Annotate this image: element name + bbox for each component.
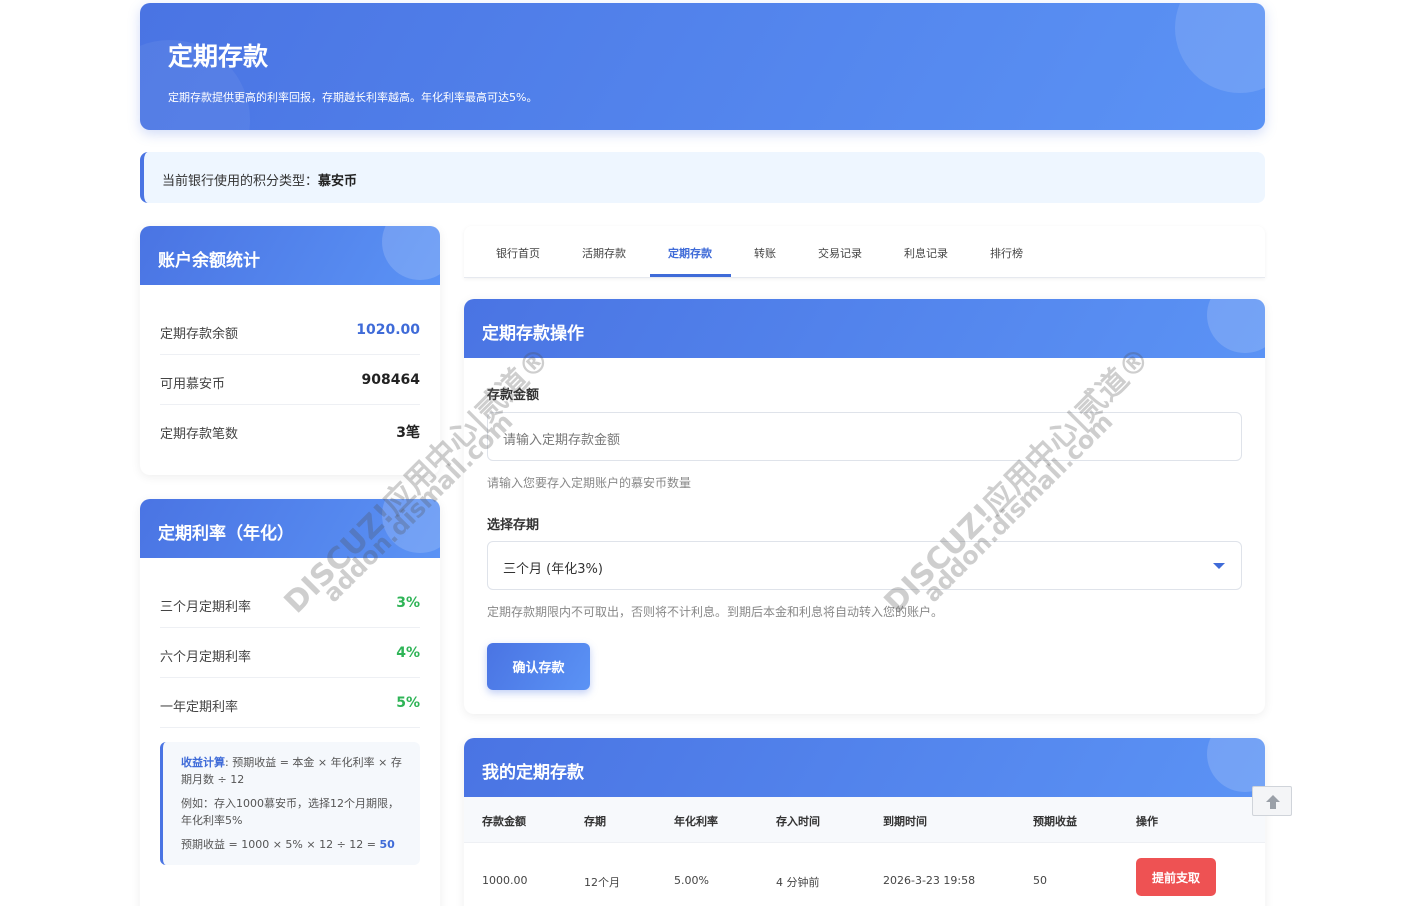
table-header: 存款金额 存期 年化利率 存入时间 到期时间 预期收益 操作 [464, 797, 1265, 843]
header-decoration [1207, 738, 1265, 792]
column-header: 存款金额 [482, 815, 526, 828]
stat-label: 定期存款余额 [160, 327, 239, 342]
rate-row: 三个月定期利率 3% [160, 578, 420, 628]
notice-label: 当前银行使用的积分类型： [162, 174, 319, 189]
tab-interest-records[interactable]: 利息记录 [904, 245, 948, 261]
currency-notice: 当前银行使用的积分类型：慕安币 [140, 152, 1265, 203]
my-deposits-header: 我的定期存款 [464, 738, 1265, 797]
term-label: 选择存期 [487, 518, 540, 533]
balance-card-title: 账户余额统计 [158, 251, 260, 271]
active-tab-indicator [650, 274, 731, 277]
rate-row: 六个月定期利率 4% [160, 628, 420, 678]
rate-value: 3% [396, 595, 420, 611]
rate-value: 4% [396, 645, 420, 661]
calc-example: 例如：存入1000慕安币，选择12个月期限，年化利率5% [181, 797, 399, 827]
cell-rate: 5.00% [674, 874, 709, 887]
yield-calculation-box: 收益计算: 预期收益 = 本金 × 年化利率 × 存期月数 ÷ 12 例如：存入… [160, 742, 420, 865]
my-deposits-title: 我的定期存款 [482, 763, 584, 783]
hero-banner: 定期存款 定期存款提供更高的利率回报，存期越长利率越高。年化利率最高可达5%。 [140, 3, 1265, 130]
tab-demand-deposit[interactable]: 活期存款 [582, 245, 626, 261]
chevron-down-icon [1213, 563, 1225, 569]
arrow-up-icon-stem [1270, 802, 1276, 809]
deposit-form-card: 定期存款操作 存款金额 请输入定期存款金额 请输入您要存入定期账户的慕安币数量 … [464, 299, 1265, 714]
deposit-form-header: 定期存款操作 [464, 299, 1265, 358]
rate-card-title: 定期利率（年化） [158, 524, 294, 544]
calc-result-text: 预期收益 = 1000 × 5% × 12 ÷ 12 = [181, 838, 380, 851]
rate-label: 三个月定期利率 [160, 600, 252, 615]
stat-value: 1020.00 [356, 322, 420, 338]
term-select[interactable]: 三个月 (年化3%) [487, 541, 1242, 590]
column-header: 年化利率 [674, 815, 718, 828]
amount-input[interactable]: 请输入定期存款金额 [487, 412, 1242, 461]
stat-label: 定期存款笔数 [160, 427, 239, 442]
rate-row: 一年定期利率 5% [160, 678, 420, 728]
hero-decoration [1175, 3, 1265, 93]
term-selected-value: 三个月 (年化3%) [503, 562, 603, 577]
rate-card-header: 定期利率（年化） [140, 499, 440, 558]
header-decoration [382, 226, 440, 280]
tab-bank-home[interactable]: 银行首页 [496, 245, 540, 261]
column-header: 存期 [584, 815, 606, 828]
stat-value: 3笔 [396, 425, 420, 441]
tab-transfer[interactable]: 转账 [754, 245, 776, 261]
stat-row: 可用慕安币 908464 [160, 355, 420, 405]
tab-leaderboard[interactable]: 排行榜 [990, 245, 1023, 261]
cell-amount: 1000.00 [482, 874, 528, 887]
page-title: 定期存款 [168, 42, 269, 71]
rate-value: 5% [396, 695, 420, 711]
tab-transactions[interactable]: 交易记录 [818, 245, 862, 261]
table-row: 1000.00 12个月 5.00% 4 分钟前 2026-3-23 19:58… [464, 843, 1265, 906]
cell-yield: 50 [1033, 874, 1047, 887]
arrow-up-icon [1266, 795, 1280, 802]
rate-label: 六个月定期利率 [160, 650, 252, 665]
page-subtitle: 定期存款提供更高的利率回报，存期越长利率越高。年化利率最高可达5%。 [168, 91, 538, 104]
calc-heading: 收益计算 [181, 756, 225, 769]
back-to-top-button[interactable] [1252, 786, 1292, 816]
stat-row: 定期存款笔数 3笔 [160, 405, 420, 455]
column-header: 操作 [1136, 815, 1158, 828]
column-header: 预期收益 [1033, 815, 1077, 828]
deposit-form-title: 定期存款操作 [482, 324, 584, 344]
stat-label: 可用慕安币 [160, 377, 226, 392]
cell-maturity: 2026-3-23 19:58 [883, 874, 976, 887]
my-deposits-card: 我的定期存款 存款金额 存期 年化利率 存入时间 到期时间 预期收益 操作 10… [464, 738, 1265, 906]
amount-label: 存款金额 [487, 388, 540, 403]
confirm-deposit-button[interactable]: 确认存款 [487, 643, 590, 690]
balance-card: 账户余额统计 定期存款余额 1020.00 可用慕安币 908464 定期存款笔… [140, 226, 440, 475]
rate-card: 定期利率（年化） 三个月定期利率 3% 六个月定期利率 4% 一年定期利率 5%… [140, 499, 440, 906]
header-decoration [382, 499, 440, 553]
stat-row: 定期存款余额 1020.00 [160, 305, 420, 355]
amount-hint: 请输入您要存入定期账户的慕安币数量 [487, 476, 692, 490]
header-decoration [1207, 299, 1265, 353]
column-header: 到期时间 [883, 815, 927, 828]
tab-fixed-deposit[interactable]: 定期存款 [668, 245, 712, 261]
cell-deposit-time: 4 分钟前 [776, 876, 820, 889]
column-header: 存入时间 [776, 815, 820, 828]
term-hint: 定期存款期限内不可取出，否则将不计利息。到期后本金和利息将自动转入您的账户。 [487, 605, 944, 619]
stat-value: 908464 [361, 372, 420, 388]
cell-term: 12个月 [584, 876, 620, 889]
early-withdraw-button[interactable]: 提前支取 [1136, 858, 1216, 896]
calc-result-value: 50 [379, 838, 395, 851]
rate-label: 一年定期利率 [160, 700, 239, 715]
bank-tabs: 银行首页 活期存款 定期存款 转账 交易记录 利息记录 排行榜 [464, 226, 1265, 278]
balance-card-header: 账户余额统计 [140, 226, 440, 285]
notice-currency: 慕安币 [318, 174, 358, 189]
